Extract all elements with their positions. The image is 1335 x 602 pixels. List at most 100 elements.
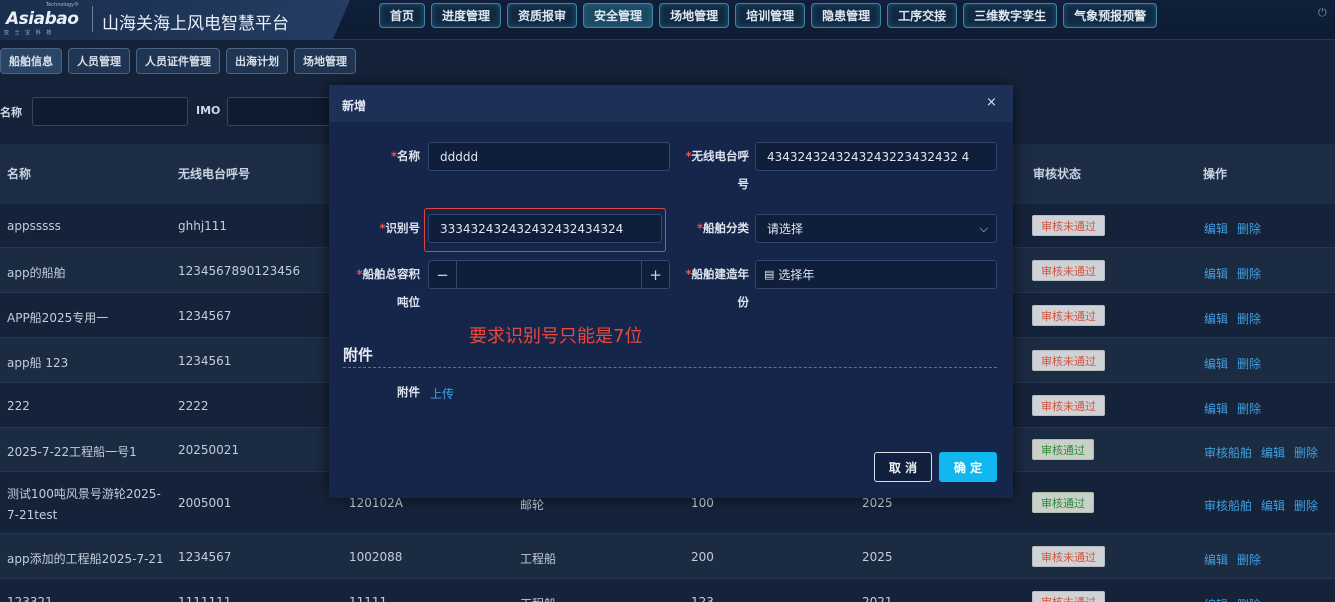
cell-callsign: ghhj111 (178, 219, 228, 233)
logo-area: Technology® Asiabao 亚 士 宝 科 技 山海关海上风电智慧平… (0, 0, 350, 40)
upload-link[interactable]: 上传 (430, 385, 454, 402)
confirm-button[interactable]: 确 定 (939, 452, 997, 482)
sub-nav: 船舶信息 人员管理 人员证件管理 出海计划 场地管理 (0, 48, 356, 74)
top-header: Technology® Asiabao 亚 士 宝 科 技 山海关海上风电智慧平… (0, 0, 1335, 40)
callsign-label: *无线电台呼 (685, 149, 749, 163)
tonnage-label-cont: 吨位 (397, 295, 420, 309)
cell-year: 2025 (862, 496, 893, 510)
name-input[interactable]: ddddd (428, 142, 670, 171)
subnav-ship-info[interactable]: 船舶信息 (0, 48, 62, 74)
subnav-certificates[interactable]: 人员证件管理 (136, 48, 220, 74)
build-year-picker[interactable]: ▤ 选择年 (755, 260, 997, 289)
stepper-minus-button[interactable]: − (429, 260, 457, 289)
id-label: *识别号 (379, 221, 420, 235)
edit-link[interactable]: 编辑 (1204, 310, 1228, 327)
search-name-input[interactable] (32, 97, 188, 126)
audit-ship-link[interactable]: 审核船舶 (1204, 444, 1252, 461)
cell-tonnage: 100 (691, 496, 714, 510)
cell-mmsi: 1002088 (349, 550, 403, 564)
delete-link[interactable]: 删除 (1237, 551, 1261, 568)
build-year-placeholder: 选择年 (778, 268, 815, 282)
nav-weather[interactable]: 气象预报预警 (1063, 3, 1158, 28)
th-name: 名称 (7, 167, 32, 181)
nav-safety[interactable]: 安全管理 (583, 3, 654, 28)
cancel-button[interactable]: 取 消 (874, 452, 932, 482)
nav-handover[interactable]: 工序交接 (887, 3, 958, 28)
delete-link[interactable]: 删除 (1237, 220, 1261, 237)
nav-home[interactable]: 首页 (379, 3, 426, 28)
edit-link[interactable]: 编辑 (1204, 220, 1228, 237)
cell-mmsi: 11111 (349, 595, 388, 602)
cell-name: app的船舶 (7, 266, 66, 280)
dialog-header: 新增 × (329, 85, 1013, 122)
cell-callsign: 1234567 (178, 309, 232, 323)
th-actions: 操作 (1203, 167, 1228, 181)
table-row: app添加的工程船2025-7-21 1234567 1002088 工程船 200 20… (0, 534, 1335, 579)
cell-callsign: 1234561 (178, 354, 232, 368)
cell-tonnage: 123 (691, 595, 714, 602)
logo-subtitle: 亚 士 宝 科 技 (4, 30, 54, 36)
category-select[interactable]: 请选择 ⌵ (755, 214, 997, 243)
logo-trademark: Technology® (46, 2, 80, 8)
edit-link[interactable]: 编辑 (1204, 400, 1228, 417)
cell-name: 2025-7-22工程船一号1 (7, 445, 137, 459)
delete-link[interactable]: 删除 (1237, 310, 1261, 327)
close-icon[interactable]: × (986, 95, 997, 110)
search-name-label: 名称 (0, 106, 22, 119)
edit-link[interactable]: 编辑 (1204, 596, 1228, 602)
subnav-personnel[interactable]: 人员管理 (68, 48, 130, 74)
nav-qualification[interactable]: 资质报审 (507, 3, 578, 28)
edit-link[interactable]: 编辑 (1204, 551, 1228, 568)
cell-callsign: 2222 (178, 399, 209, 413)
cell-name: app船 123 (7, 356, 69, 370)
table-row: 123321111111111111工程船1232021审核未通过编辑删除 (0, 579, 1335, 602)
status-badge: 审核未通过 (1032, 395, 1105, 416)
build-year-label: *船舶建造年 (685, 267, 749, 281)
category-select-value: 请选择 (767, 222, 804, 236)
delete-link[interactable]: 删除 (1237, 265, 1261, 282)
edit-link[interactable]: 编辑 (1204, 265, 1228, 282)
cell-callsign: 2005001 (178, 496, 232, 510)
nav-progress[interactable]: 进度管理 (431, 3, 502, 28)
logout-icon[interactable]: ⏻ (1318, 6, 1330, 20)
subnav-site[interactable]: 场地管理 (294, 48, 356, 74)
edit-link[interactable]: 编辑 (1261, 444, 1285, 461)
delete-link[interactable]: 删除 (1294, 497, 1318, 514)
delete-link[interactable]: 删除 (1237, 355, 1261, 372)
stepper-plus-button[interactable]: + (641, 260, 669, 289)
id-input-highlight (424, 208, 666, 252)
callsign-input[interactable]: 4343243243243243223432432 4 (755, 142, 997, 171)
cell-year: 2025 (862, 550, 893, 564)
status-badge: 审核未通过 (1032, 350, 1105, 371)
validation-annotation: 要求识别号只能是7位 (469, 326, 643, 347)
th-callsign: 无线电台呼号 (178, 167, 251, 181)
delete-link[interactable]: 删除 (1237, 400, 1261, 417)
cell-type: 邮轮 (520, 498, 545, 512)
delete-link[interactable]: 删除 (1294, 444, 1318, 461)
audit-ship-link[interactable]: 审核船舶 (1204, 497, 1252, 514)
search-imo-input[interactable] (227, 97, 330, 126)
status-badge: 审核未通过 (1032, 546, 1105, 567)
category-label: *船舶分类 (696, 221, 749, 235)
cell-name: APP船2025专用一 (7, 311, 109, 325)
edit-link[interactable]: 编辑 (1261, 497, 1285, 514)
callsign-label-cont: 号 (737, 177, 750, 191)
nav-hazard[interactable]: 隐患管理 (811, 3, 882, 28)
chevron-down-icon: ⌵ (979, 221, 988, 235)
status-badge: 审核未通过 (1032, 215, 1105, 236)
dialog-title: 新增 (342, 99, 367, 113)
cell-name: app添加的工程船2025-7-21 (7, 552, 164, 566)
delete-link[interactable]: 删除 (1237, 596, 1261, 602)
cell-mmsi: 120102A (349, 496, 404, 510)
status-badge: 审核通过 (1032, 439, 1094, 460)
cell-callsign: 1234567 (178, 550, 232, 564)
tonnage-stepper[interactable]: − + (428, 260, 670, 289)
edit-link[interactable]: 编辑 (1204, 355, 1228, 372)
nav-site[interactable]: 场地管理 (659, 3, 730, 28)
subnav-sea-plan[interactable]: 出海计划 (226, 48, 288, 74)
main-nav: 首页 进度管理 资质报审 安全管理 场地管理 培训管理 隐患管理 工序交接 三维… (379, 3, 1158, 28)
cell-tonnage: 200 (691, 550, 714, 564)
nav-training[interactable]: 培训管理 (735, 3, 806, 28)
nav-digital-twin[interactable]: 三维数字孪生 (963, 3, 1058, 28)
name-label: *名称 (390, 149, 420, 163)
